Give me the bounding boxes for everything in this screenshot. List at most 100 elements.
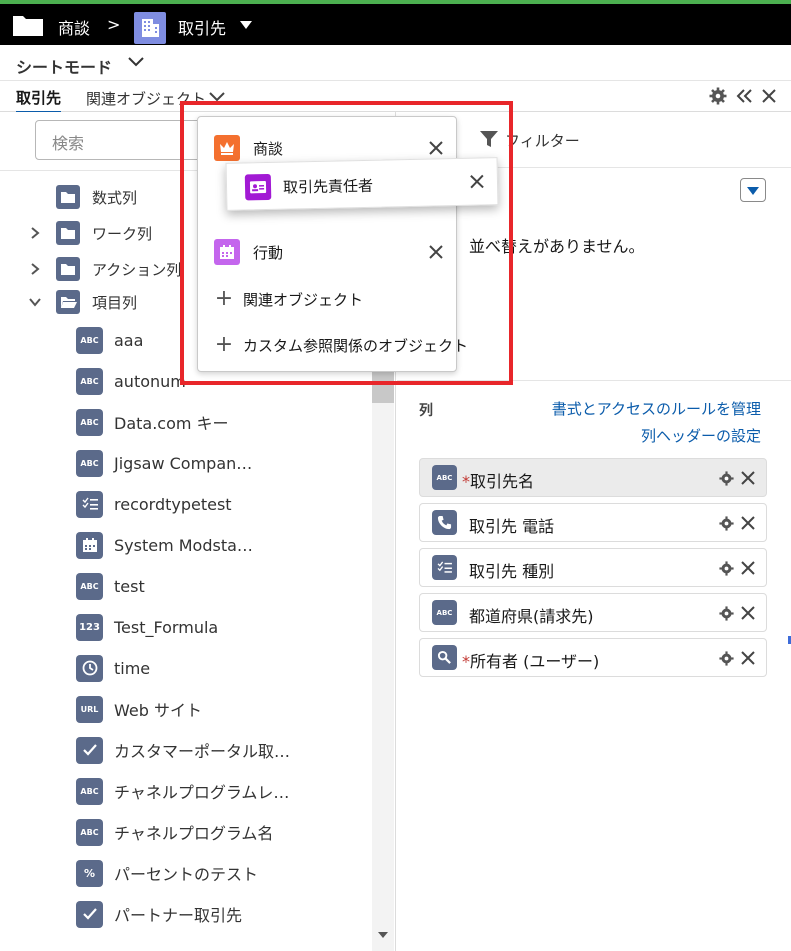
- scroll-down-arrow[interactable]: [378, 932, 388, 938]
- column-label: 取引先 種別: [469, 562, 555, 581]
- field-item[interactable]: % パーセントのテスト: [0, 855, 370, 891]
- field-label: パーセントのテスト: [114, 865, 259, 884]
- checkbox-icon: [76, 900, 103, 928]
- tree-folder-label: アクション列: [92, 260, 182, 279]
- filter-icon[interactable]: [479, 129, 499, 149]
- chevron-down-icon[interactable]: [208, 90, 226, 104]
- gear-icon[interactable]: [719, 651, 734, 666]
- field-item[interactable]: System Modsta…: [0, 527, 370, 563]
- close-icon[interactable]: [761, 88, 777, 104]
- text-icon: ABC: [76, 367, 103, 395]
- close-icon[interactable]: [428, 244, 444, 260]
- chevron-right-icon[interactable]: [28, 262, 42, 276]
- field-item[interactable]: ABC Data.com キー: [0, 404, 370, 440]
- add-related-object-label: 関連オブジェクト: [243, 290, 364, 309]
- contact-card-icon: [244, 173, 272, 201]
- field-label: test: [114, 576, 145, 596]
- folder-icon: [13, 16, 43, 36]
- close-icon[interactable]: [740, 650, 756, 666]
- tab-related-objects[interactable]: 関連オブジェクト: [86, 88, 206, 109]
- text-icon: ABC: [76, 818, 103, 846]
- folder-open-icon: [56, 290, 80, 314]
- add-custom-lookup-object-label: カスタム参照関係のオブジェクト: [243, 336, 469, 355]
- close-icon[interactable]: [740, 515, 756, 531]
- scrollbar-thumb[interactable]: [372, 367, 394, 403]
- gear-icon[interactable]: [719, 471, 734, 486]
- column-item[interactable]: *所有者 (ユーザー): [419, 638, 767, 677]
- divider: [397, 380, 791, 381]
- chevron-right-icon[interactable]: [28, 226, 42, 240]
- column-label: *所有者 (ユーザー): [462, 652, 600, 671]
- percent-icon: %: [76, 859, 103, 887]
- field-item[interactable]: URL Web サイト: [0, 691, 370, 727]
- number-icon: 123: [76, 613, 103, 641]
- crown-icon: [214, 135, 240, 161]
- app-label[interactable]: 商談: [58, 15, 90, 39]
- tab-account[interactable]: 取引先: [16, 87, 62, 114]
- field-item[interactable]: recordtypetest: [0, 486, 370, 522]
- gear-icon[interactable]: [719, 516, 734, 531]
- field-item[interactable]: ABC チャネルプログラムレ…: [0, 773, 370, 809]
- mode-bar: シートモード: [0, 45, 791, 81]
- column-header-settings-link[interactable]: 列ヘッダーの設定: [641, 425, 761, 446]
- field-item[interactable]: ABC チャネルプログラム名: [0, 814, 370, 850]
- field-label: Jigsaw Compan…: [114, 453, 253, 473]
- field-label: autonum: [114, 371, 186, 391]
- field-item[interactable]: パートナー取引先: [0, 896, 370, 932]
- field-label: パートナー取引先: [114, 906, 243, 925]
- scrollbar-track[interactable]: [372, 367, 394, 951]
- calendar-icon: [214, 239, 240, 265]
- dragging-related-object-card[interactable]: 取引先責任者: [225, 157, 499, 211]
- field-label: Web サイト: [114, 701, 202, 720]
- gear-icon[interactable]: [719, 561, 734, 576]
- close-icon[interactable]: [428, 140, 444, 156]
- picklist-icon: [76, 490, 103, 518]
- manage-rules-link[interactable]: 書式とアクセスのルールを管理: [552, 398, 761, 419]
- text-icon: ABC: [76, 777, 103, 805]
- clock-icon: [76, 654, 103, 682]
- related-object-item[interactable]: 行動: [214, 238, 283, 266]
- dragging-card-label: 取引先責任者: [282, 176, 374, 197]
- related-object-item[interactable]: 商談: [214, 134, 283, 162]
- close-icon[interactable]: [740, 605, 756, 621]
- chevron-down-icon[interactable]: [127, 55, 145, 69]
- gear-icon[interactable]: [709, 87, 727, 105]
- close-icon[interactable]: [740, 470, 756, 486]
- field-item[interactable]: カスタマーポータル取…: [0, 732, 370, 768]
- url-icon: URL: [76, 695, 103, 723]
- text-icon: ABC: [432, 465, 457, 490]
- filter-button[interactable]: フィルター: [505, 130, 580, 151]
- field-item[interactable]: time: [0, 650, 370, 686]
- field-label: System Modsta…: [114, 535, 253, 555]
- sheet-mode-label[interactable]: シートモード: [16, 54, 112, 78]
- close-icon[interactable]: [469, 173, 485, 189]
- field-label: チャネルプログラム名: [114, 824, 274, 843]
- tree-folder-label: ワーク列: [92, 224, 153, 243]
- top-bar: 商談 > 取引先: [0, 4, 791, 45]
- sort-dropdown-button[interactable]: [740, 178, 766, 202]
- calendar-icon: [76, 531, 103, 559]
- add-related-object-button[interactable]: + 関連オブジェクト: [214, 285, 363, 313]
- double-chevron-left-icon[interactable]: [735, 88, 753, 104]
- folder-icon: [56, 185, 80, 209]
- breadcrumb-separator: >: [107, 15, 121, 34]
- gear-icon[interactable]: [719, 606, 734, 621]
- chevron-down-icon[interactable]: [28, 295, 42, 309]
- text-icon: ABC: [76, 408, 103, 436]
- folder-icon: [56, 257, 80, 281]
- object-selector-label[interactable]: 取引先: [178, 15, 226, 39]
- field-item[interactable]: 123 Test_Formula: [0, 609, 370, 645]
- text-icon: ABC: [76, 449, 103, 477]
- add-custom-lookup-object-button[interactable]: + カスタム参照関係のオブジェクト: [214, 331, 468, 359]
- field-item[interactable]: ABC test: [0, 568, 370, 604]
- field-item[interactable]: ABC Jigsaw Compan…: [0, 445, 370, 481]
- column-item[interactable]: ABC 都道府県(請求先): [419, 593, 767, 632]
- picklist-icon: [432, 555, 457, 580]
- column-item[interactable]: 取引先 電話: [419, 503, 767, 542]
- column-item[interactable]: ABC *取引先名: [419, 458, 767, 497]
- close-icon[interactable]: [740, 560, 756, 576]
- field-label: Test_Formula: [114, 617, 219, 637]
- column-label: 都道府県(請求先): [469, 607, 594, 626]
- caret-down-icon[interactable]: [240, 21, 252, 29]
- column-item[interactable]: 取引先 種別: [419, 548, 767, 587]
